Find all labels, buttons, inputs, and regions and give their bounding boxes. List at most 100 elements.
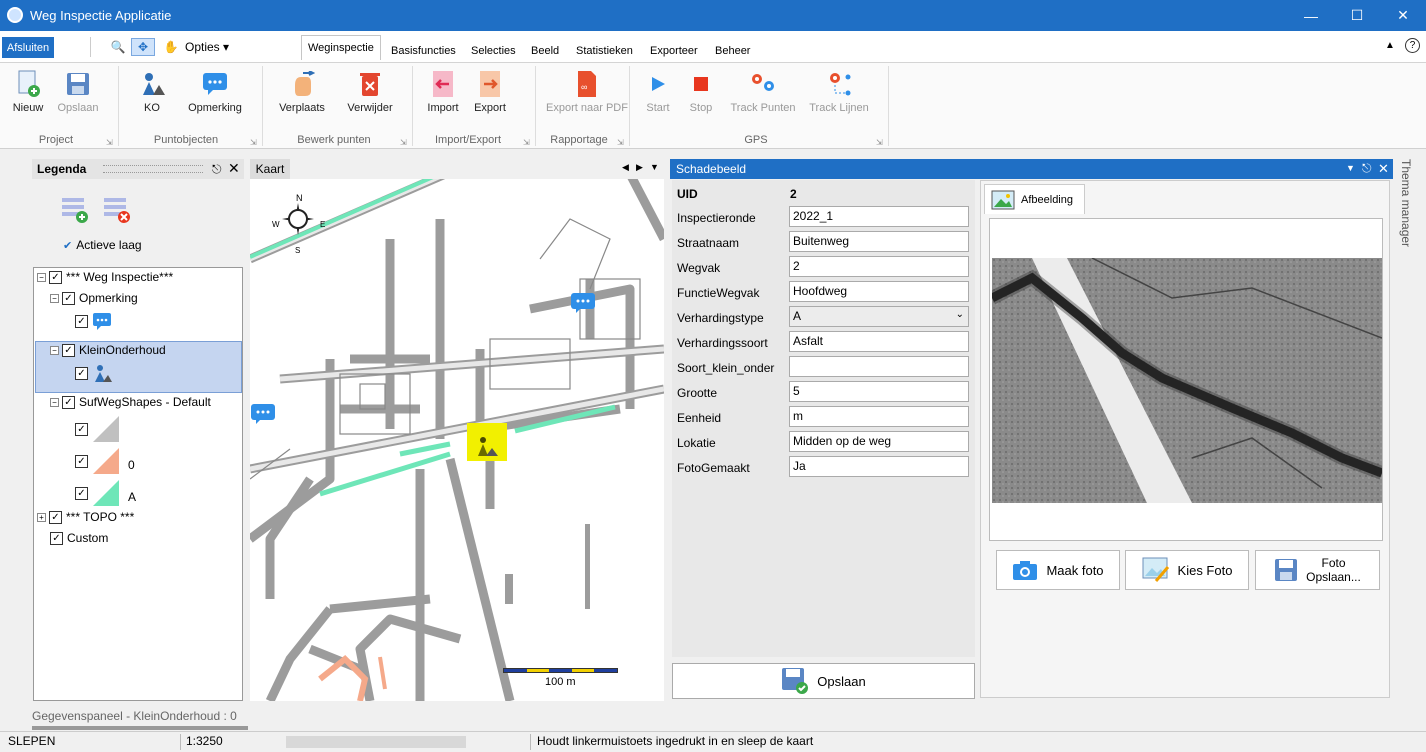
nieuw-button[interactable]: Nieuw [8,70,48,114]
title-bar: Weg Inspectie Applicatie — ☐ ✕ [0,0,1426,31]
zoom-icon[interactable]: 🔍 [110,38,126,56]
help-icon[interactable]: ? [1405,38,1420,53]
tab-statistieken[interactable]: Statistieken [570,39,639,63]
tree-symbol-default[interactable]: ✓ [75,415,120,443]
puntobjecten-launcher-icon[interactable]: ⇲ [250,138,257,147]
collapse-ribbon-icon[interactable]: ▲ [1385,40,1395,51]
eenheid-field[interactable]: m [789,406,969,427]
lokatie-field[interactable]: Midden op de weg [789,431,969,452]
kleinonderhoud-marker-icon[interactable] [470,434,500,458]
tree-node-custom[interactable]: ✓ Custom [50,531,108,545]
opmerking-marker-icon[interactable] [250,403,276,428]
add-layer-icon[interactable] [60,195,90,228]
tree-symbol-0[interactable]: ✓ 0 [75,447,135,475]
trash-icon [356,70,384,98]
roadworker-icon [138,70,166,98]
importexport-launcher-icon[interactable]: ⇲ [523,138,530,147]
grootte-field[interactable]: 5 [789,381,969,402]
schadebeeld-close-icon[interactable]: ✕ [1378,161,1389,177]
tab-beeld[interactable]: Beeld [525,39,565,63]
verhardingssoort-field[interactable]: Asfalt [789,331,969,352]
afsluiten-button[interactable]: Afsluiten [2,37,54,58]
functiewegvak-field[interactable]: Hoofdweg [789,281,969,302]
tree-node-topo[interactable]: + ✓ *** TOPO *** [37,510,134,524]
inspectieronde-label: Inspectieronde [677,211,756,225]
pdf-icon: ∞ [573,70,601,98]
functiewegvak-label: FunctieWegvak [677,286,760,300]
panel-menu-icon[interactable]: ▼ [1346,163,1355,173]
kies-foto-button[interactable]: Kies Foto [1125,550,1249,590]
tree-node-sufwegshapes[interactable]: − ✓ SufWegShapes - Default [50,395,211,409]
scroll-left-icon[interactable]: ◀ [622,162,629,173]
drag-grip[interactable] [103,165,203,173]
pin-icon[interactable]: ⎋ [212,162,222,177]
verwijder-button[interactable]: Verwijder [343,70,397,114]
schadebeeld-header: Schadebeeld [670,159,1393,179]
map-canvas[interactable] [250,179,664,701]
thema-manager-tab[interactable]: Thema manager [1397,159,1419,259]
gegevenspaneel-label[interactable]: Gegevenspaneel - KleinOnderhoud : 0 [32,709,237,723]
close-button[interactable]: ✕ [1380,0,1426,31]
opties-menu[interactable]: Opties ▾ [185,38,229,56]
pan-icon[interactable]: ✥ [131,38,155,56]
save-icon [64,70,92,98]
tab-basisfuncties[interactable]: Basisfuncties [385,39,462,63]
tree-node-opmerking[interactable]: − ✓ Opmerking [50,291,138,305]
export-button[interactable]: Export [470,70,510,114]
opmerking-marker-icon[interactable] [570,292,596,317]
tab-exporteer[interactable]: Exporteer [644,39,704,63]
tab-weginspectie[interactable]: Weginspectie [301,35,381,60]
verhardingstype-select[interactable]: A ⌄ [789,306,969,327]
opmerking-button[interactable]: Opmerking [184,70,246,114]
tab-kaart[interactable]: Kaart [250,159,290,179]
group-bewerk: Bewerk punten [297,134,371,146]
opslaan-form-button[interactable]: Opslaan [672,663,975,699]
compass-w: W [272,220,280,229]
minimize-button[interactable]: — [1288,0,1334,31]
maak-foto-button[interactable]: Maak foto [996,550,1120,590]
inspectieronde-field[interactable]: 2022_1 [789,206,969,227]
tree-symbol-a[interactable]: ✓ A [75,479,136,507]
start-button[interactable]: Start [642,70,674,114]
actieve-laag-checkbox[interactable]: ✔ Actieve laag [63,238,142,252]
tab-selecties[interactable]: Selecties [465,39,522,63]
grey-swatch-icon [93,416,119,442]
status-hint: Houdt linkermuistoets ingedrukt in en sl… [537,734,814,748]
gps-launcher-icon[interactable]: ⇲ [876,138,883,147]
road-map [250,179,664,701]
chevron-down-icon: ⌄ [955,309,964,320]
ko-button[interactable]: KO [135,70,169,114]
track-lijnen-button[interactable]: Track Lijnen [806,70,872,114]
bewerk-launcher-icon[interactable]: ⇲ [400,138,407,147]
scroll-right-icon[interactable]: ▶ [636,162,643,173]
hand-icon[interactable]: ✋ [164,38,179,56]
status-scale: 1:3250 [186,734,223,748]
track-punten-button[interactable]: Track Punten [728,70,798,114]
soort-klein-onder-field[interactable] [789,356,969,377]
track-lines-icon [825,70,853,98]
fotogemaakt-field[interactable]: Ja [789,456,969,477]
tree-symbol-opmerking[interactable]: ✓ [75,311,112,331]
foto-opslaan-button[interactable]: Foto Opslaan... [1255,550,1380,590]
tree-node-kleinonderhoud[interactable]: − ✓ KleinOnderhoud [50,343,166,357]
rapportage-launcher-icon[interactable]: ⇲ [617,138,624,147]
verhardingstype-label: Verhardingstype [677,311,764,325]
tab-menu-icon[interactable]: ▼ [650,162,659,172]
maximize-button[interactable]: ☐ [1334,0,1380,31]
wegvak-field[interactable]: 2 [789,256,969,277]
legend-close-icon[interactable]: ✕ [228,160,240,177]
export-pdf-button[interactable]: ∞ Export naar PDF [545,70,629,114]
straatnaam-field[interactable]: Buitenweg [789,231,969,252]
tab-afbeelding[interactable]: Afbeelding [984,184,1085,214]
pin-icon[interactable]: ⎋ [1362,161,1372,176]
tree-node-weg-inspectie[interactable]: − ✓ *** Weg Inspectie*** [37,270,173,284]
opslaan-button[interactable]: Opslaan [55,70,101,114]
project-launcher-icon[interactable]: ⇲ [106,138,113,147]
verplaats-button[interactable]: Verplaats [274,70,330,114]
panel-splitter[interactable] [32,726,248,730]
tree-symbol-kleinonderhoud[interactable]: ✓ [75,363,112,383]
import-button[interactable]: Import [422,70,464,114]
stop-button[interactable]: Stop [686,70,716,114]
tab-beheer[interactable]: Beheer [709,39,756,63]
remove-layer-icon[interactable] [102,195,132,228]
